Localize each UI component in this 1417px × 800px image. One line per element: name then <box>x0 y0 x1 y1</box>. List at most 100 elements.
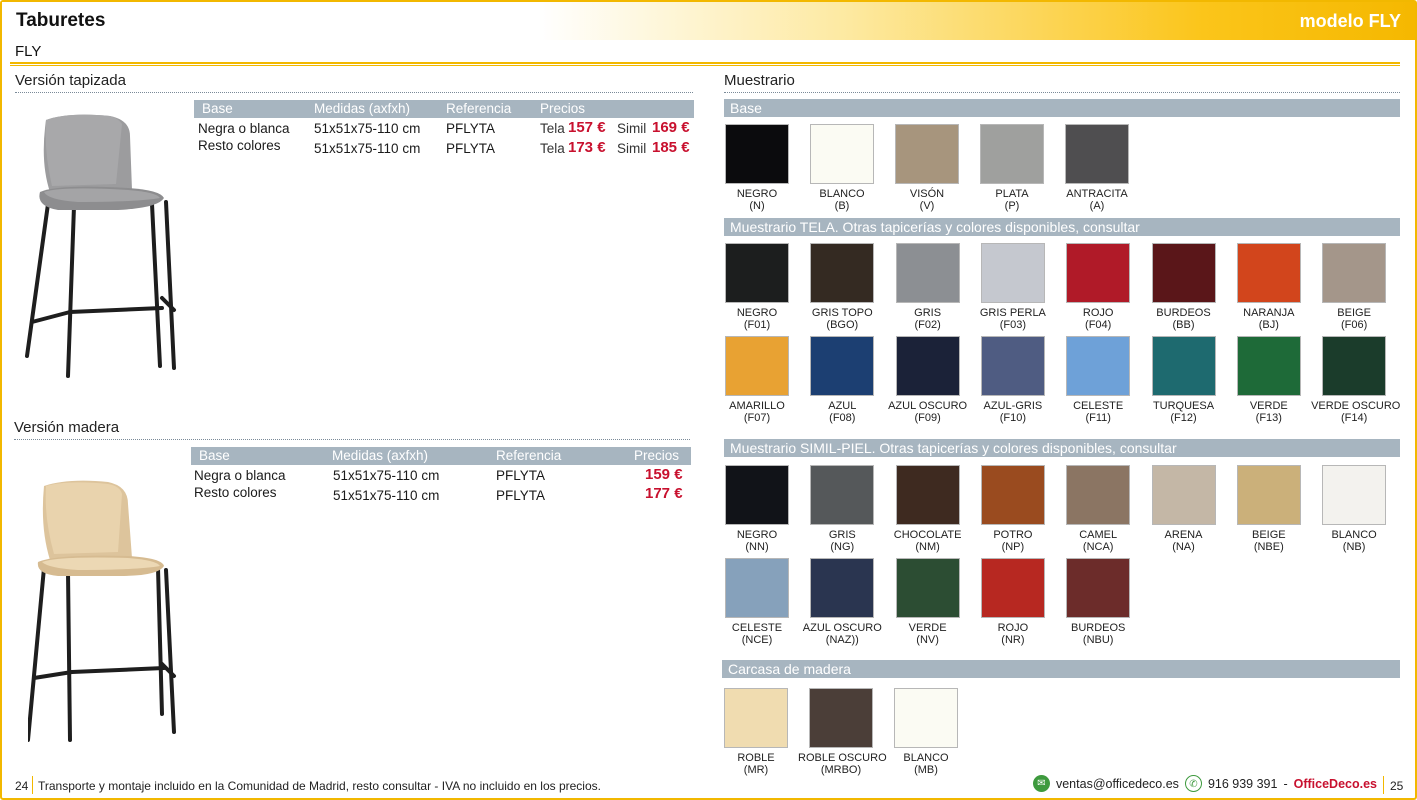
swatch: AMARILLO (F07) <box>714 336 800 424</box>
cell-simil-label: Simil <box>617 121 647 136</box>
swatch-color <box>809 688 873 748</box>
swatch: NEGRO (N) <box>714 124 800 212</box>
swatch-name: NEGRO <box>736 188 778 200</box>
cell-ref: PFLYTA <box>446 141 496 156</box>
section-title-madera: Versión madera <box>14 419 120 436</box>
swatch-color <box>725 124 789 184</box>
swatch-color <box>1322 243 1387 303</box>
swatch-name: BLANCO <box>819 188 865 200</box>
swatch-name: VISÓN <box>909 188 945 200</box>
col-precios: Precios <box>540 101 586 116</box>
swatch-code: (NN) <box>745 541 769 553</box>
footer-dash: - <box>1283 776 1288 791</box>
swatch: AZUL (F08) <box>799 336 885 424</box>
swatch-code: (NBE) <box>1253 541 1284 553</box>
swatch: BEIGE (F06) <box>1311 243 1397 331</box>
swatch-name: VERDE OSCURO <box>1311 400 1401 412</box>
swatch-name: ROJO <box>997 622 1029 634</box>
swatch-name: GRIS <box>828 529 856 541</box>
swatch-code: (F01) <box>743 319 771 331</box>
swatch: BLANCO (B) <box>799 124 885 212</box>
section-title-tapizada: Versión tapizada <box>15 72 126 89</box>
swatch-name: ARENA <box>1164 529 1203 541</box>
swatch-color <box>1236 465 1301 525</box>
swatch-code: (NCE) <box>741 634 773 646</box>
swatch: CAMEL (NCA) <box>1055 465 1141 553</box>
table-header: Base Medidas (axfxh) Referencia Precios <box>194 100 694 118</box>
cell-ref: PFLYTA <box>496 488 546 503</box>
col-referencia: Referencia <box>446 101 512 116</box>
footer-email[interactable]: ventas@officedeco.es <box>1056 777 1179 791</box>
swatch-color <box>725 558 789 618</box>
swatch: NEGRO (NN) <box>714 465 800 553</box>
wooden-stool-image <box>28 480 176 742</box>
footer-brand[interactable]: OfficeDeco.es <box>1294 777 1377 791</box>
swatch-code: (NM) <box>915 541 940 553</box>
swatch-color <box>895 124 959 184</box>
section-rule-muestrario <box>724 92 1400 93</box>
swatch: BURDEOS (NBU) <box>1055 558 1141 646</box>
swatch-code: (F11) <box>1085 412 1111 424</box>
swatch: VERDE (F13) <box>1226 336 1312 424</box>
swatch-code: (NA) <box>1172 541 1195 553</box>
swatch-color <box>895 558 960 618</box>
swatch-name: BURDEOS <box>1156 307 1211 319</box>
swatch-color <box>810 243 875 303</box>
page-footer: 24 Transporte y montaje incluido en la C… <box>0 774 1417 796</box>
swatch-color <box>980 558 1045 618</box>
swatch-code: (F06) <box>1340 319 1368 331</box>
swatch-code: (F14) <box>1340 412 1368 424</box>
swatch-code: (NAZ)) <box>825 634 859 646</box>
swatch-name: NEGRO <box>736 529 778 541</box>
cell-medidas: 51x51x75-110 cm <box>314 141 421 156</box>
swatch: NARANJA (BJ) <box>1226 243 1312 331</box>
swatch: AZUL-GRIS (F10) <box>970 336 1056 424</box>
swatch-color <box>1066 465 1131 525</box>
swatch-name: BEIGE <box>1251 529 1286 541</box>
swatch: GRIS (F02) <box>885 243 971 331</box>
footer-phone[interactable]: 916 939 391 <box>1208 777 1278 791</box>
swatch-color <box>725 336 789 396</box>
swatch-color <box>1236 243 1301 303</box>
swatch-code: (F04) <box>1085 319 1112 331</box>
cell-base: Resto colores <box>198 138 281 153</box>
section-rule-tapizada <box>15 92 693 93</box>
swatch: ANTRACITA (A) <box>1054 124 1140 212</box>
footer-separator <box>1383 776 1384 794</box>
swatch-color <box>895 465 960 525</box>
swatch-color <box>1236 336 1301 396</box>
swatch-code: (B) <box>834 200 850 212</box>
swatch: BEIGE (NBE) <box>1226 465 1312 553</box>
swatch: AZUL OSCURO (F09) <box>885 336 971 424</box>
swatch-code: (F12) <box>1170 412 1197 424</box>
swatch-name: AZUL <box>828 400 857 412</box>
swatch: BLANCO (NB) <box>1311 465 1397 553</box>
swatch: PLATA (P) <box>969 124 1055 212</box>
swatch: AZUL OSCURO (NAZ)) <box>799 558 885 646</box>
cell-simil-price: 185 € <box>652 139 690 156</box>
band-simil: Muestrario SIMIL-PIEL. Otras tapicerías … <box>724 439 1400 457</box>
model-name: modelo FLY <box>1299 11 1401 31</box>
swatch: CELESTE (NCE) <box>714 558 800 646</box>
page-header: Taburetes modelo FLY <box>2 2 1415 40</box>
swatch-code: (BGO) <box>826 319 859 331</box>
swatch-color <box>725 243 789 303</box>
table-row: Resto colores 51x51x75-110 cm PFLYTA Tel… <box>194 138 694 158</box>
footer-separator <box>32 776 33 794</box>
swatch-code: (F10) <box>999 412 1027 424</box>
swatch-name: ROBLE OSCURO <box>798 752 887 764</box>
swatch-color <box>810 336 875 396</box>
col-base: Base <box>199 448 230 463</box>
cell-tela-price: 157 € <box>568 119 606 136</box>
cell-simil-price: 169 € <box>652 119 690 136</box>
swatch-color <box>980 124 1044 184</box>
swatch-color <box>980 465 1045 525</box>
swatch-name: POTRO <box>993 529 1033 541</box>
price-table-tapizada: Base Medidas (axfxh) Referencia Precios … <box>194 100 694 158</box>
cell-simil-label: Simil <box>617 141 647 156</box>
swatch-name: CHOCOLATE <box>893 529 962 541</box>
swatch-code: (BJ) <box>1258 319 1279 331</box>
swatch: VERDE (NV) <box>885 558 971 646</box>
cell-base: Negra o blanca <box>198 121 290 136</box>
swatch-name: PLATA <box>995 188 1029 200</box>
